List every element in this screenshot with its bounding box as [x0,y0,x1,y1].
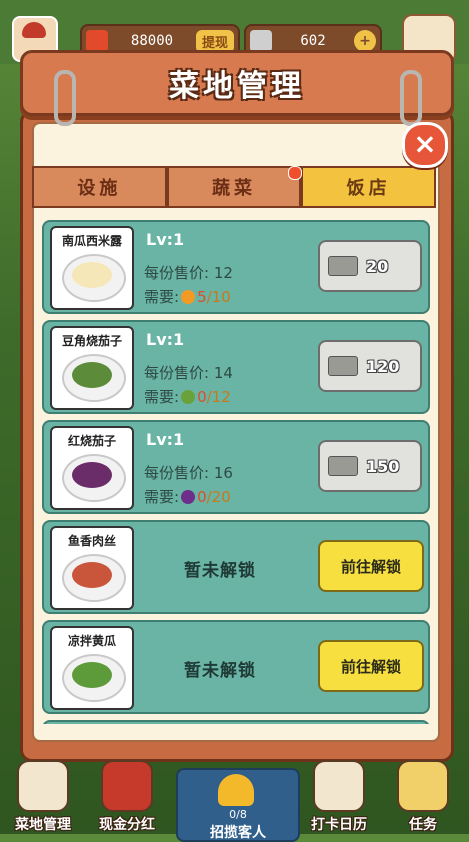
attract-customers-label: 招揽客人 [210,825,266,841]
shovel-icon [17,760,69,812]
dish-card-locked: 凉拌黄瓜 暂未解锁 前往解锁 [42,620,430,714]
task-icon [397,760,449,812]
dish-thumbnail: 南瓜西米露 [50,226,134,310]
pumpkin-sago-icon [72,262,112,288]
upgrade-button[interactable]: 150 [318,440,422,492]
pumpkin-icon [181,290,196,304]
dish-thumbnail: 凉拌黄瓜 [50,626,134,710]
upgrade-button[interactable]: 120 [318,340,422,392]
locked-label: 暂未解锁 [184,561,256,581]
dish-name: 红烧茄子 [67,434,116,448]
calendar-icon [313,760,365,812]
upgrade-button[interactable]: 20 [318,240,422,292]
cash-icon [101,760,153,812]
dish-name: 南瓜西米露 [61,234,122,248]
customer-count: 0/8 [229,808,247,821]
cucumber-salad-icon [72,662,112,688]
dish-card-locked: 鱼香肉丝 暂未解锁 前往解锁 [42,520,430,614]
ticket-value: 602 [300,33,326,49]
ticket-icon [328,256,358,276]
dish-thumbnail: 豆角烧茄子 [50,326,134,410]
tab-facilities[interactable]: 设施 [32,166,167,208]
attract-customers-button[interactable]: 0/8 招揽客人 [176,768,300,842]
binder-ring-icon [54,70,76,126]
dish-requirement: 需要: 0/20 [144,488,231,506]
dish-name: 凉拌黄瓜 [67,634,116,648]
dish-card: 南瓜西米露 Lv:1 每份售价: 12 需要: 5/10 20 [42,220,430,314]
panel-header: 菜地管理 [20,50,454,116]
dish-requirement: 需要: 0/12 [144,388,231,406]
dish-name: 豆角烧茄子 [61,334,122,348]
ticket-icon [328,456,358,476]
nav-checkin-calendar[interactable]: 打卡日历 [300,760,378,833]
dish-price: 每份售价: 12 [144,264,233,282]
tab-restaurant[interactable]: 饭店 [301,166,437,208]
dish-level: Lv:1 [146,430,185,449]
dish-list[interactable]: 南瓜西米露 Lv:1 每份售价: 12 需要: 5/10 20 豆角烧茄子 Lv:… [36,214,432,724]
dish-price: 每份售价: 16 [144,464,233,482]
add-ticket-button[interactable]: + [354,30,376,52]
bean-eggplant-icon [72,362,112,388]
eggplant-icon [181,490,196,504]
money-value: 88000 [130,33,174,49]
notification-dot [288,166,302,180]
go-unlock-button[interactable]: 前往解锁 [318,540,424,592]
nav-cash-dividend[interactable]: 现金分红 [88,760,166,833]
bell-icon [218,774,254,806]
tab-bar: 设施 蔬菜 饭店 [32,166,437,208]
ticket-icon [250,30,272,52]
dish-card: 红烧茄子 Lv:1 每份售价: 16 需要: 0/20 150 [42,420,430,514]
tab-vegetables[interactable]: 蔬菜 [166,166,302,208]
bottom-nav: 菜地管理 现金分红 0/8 招揽客人 打卡日历 任务 [0,758,469,842]
go-unlock-button[interactable]: 前往解锁 [318,640,424,692]
dish-card: 豆角烧茄子 Lv:1 每份售价: 14 需要: 0/12 120 [42,320,430,414]
dish-requirement: 需要: 5/10 [144,288,231,306]
close-button[interactable]: × [402,122,448,168]
dish-card-partial [42,720,430,724]
bean-icon [181,390,196,404]
dish-level: Lv:1 [146,330,185,349]
locked-label: 暂未解锁 [184,661,256,681]
shredded-pork-icon [72,562,112,588]
nav-farm-manage[interactable]: 菜地管理 [4,760,82,833]
red-envelope-icon [86,30,108,52]
panel-title: 菜地管理 [169,69,305,104]
binder-ring-icon [400,70,422,126]
dish-name: 鱼香肉丝 [67,534,116,548]
nav-tasks[interactable]: 任务 [384,760,462,833]
dish-price: 每份售价: 14 [144,364,233,382]
dish-thumbnail: 鱼香肉丝 [50,526,134,610]
ticket-icon [328,356,358,376]
braised-eggplant-icon [72,462,112,488]
dish-thumbnail: 红烧茄子 [50,426,134,510]
dish-level: Lv:1 [146,230,185,249]
